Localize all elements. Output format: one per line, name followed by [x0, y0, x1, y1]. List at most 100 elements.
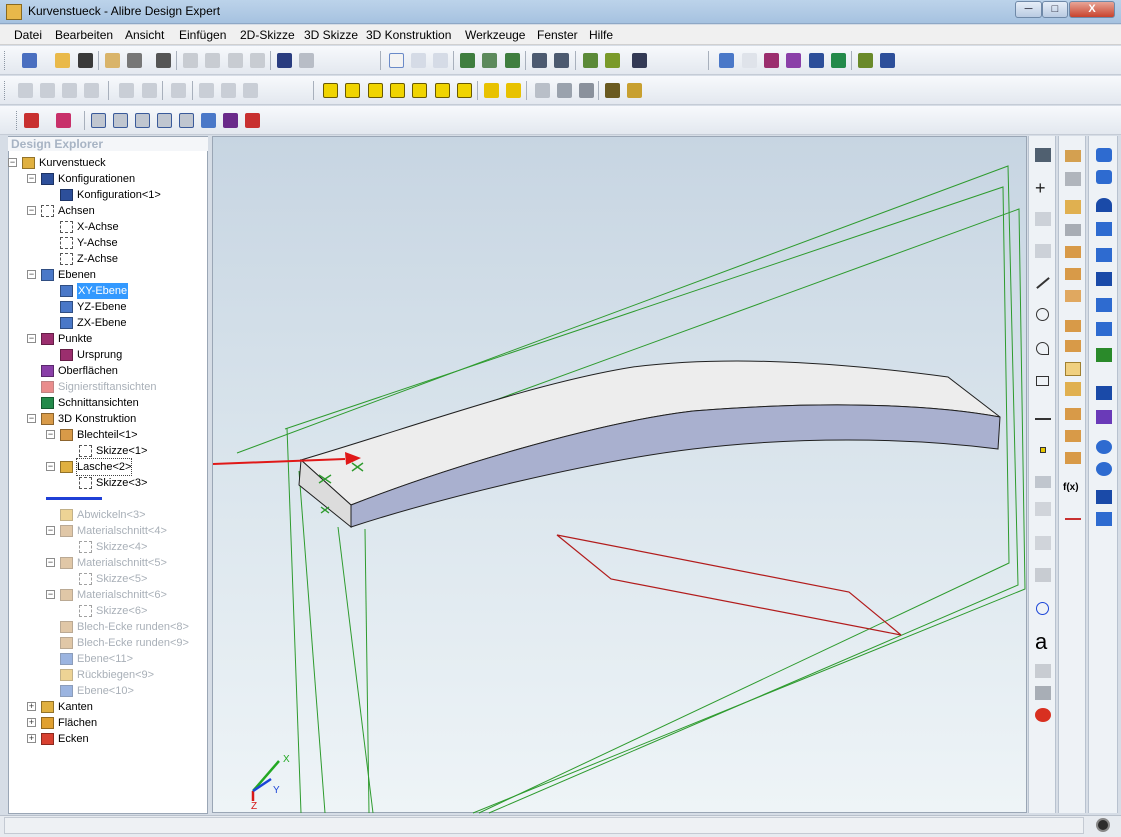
dim-feature-2-icon[interactable]	[40, 83, 55, 98]
tree-item[interactable]: Blech-Ecke runden<8>	[8, 619, 206, 635]
tree-item[interactable]: Konfiguration<1>	[8, 187, 206, 203]
tree-item[interactable]: Skizze<5>	[8, 571, 206, 587]
select-icon[interactable]	[389, 53, 404, 68]
shell-icon[interactable]	[1065, 290, 1081, 302]
render-icon[interactable]	[632, 53, 647, 68]
collapse-toggle[interactable]: −	[46, 590, 55, 599]
sm-gusset-icon[interactable]	[1096, 490, 1112, 504]
section-view-icon[interactable]	[831, 53, 846, 68]
view-bottom-icon[interactable]	[435, 83, 450, 98]
shaded-icon[interactable]	[557, 83, 572, 98]
pan-icon[interactable]	[411, 53, 426, 68]
point-tool-icon[interactable]	[1040, 447, 1046, 453]
dim-feature-9-icon[interactable]	[221, 83, 236, 98]
tree-item[interactable]: − Ebenen	[8, 267, 206, 283]
dim-feature-10-icon[interactable]	[243, 83, 258, 98]
disabled-tool-icon[interactable]	[1035, 212, 1051, 226]
text-tool-disabled-icon[interactable]	[1035, 476, 1051, 488]
collapse-toggle[interactable]: −	[27, 174, 36, 183]
tree-item[interactable]: YZ-Ebene	[8, 299, 206, 315]
dim-feature-8-icon[interactable]	[199, 83, 214, 98]
scale-icon[interactable]	[1065, 430, 1081, 442]
menu-werkzeuge[interactable]: Werkzeuge	[465, 28, 525, 42]
previous-view-icon[interactable]	[532, 53, 547, 68]
chamfer-icon[interactable]	[1065, 340, 1081, 352]
tree-item[interactable]: Z-Achse	[8, 251, 206, 267]
design-table-icon[interactable]	[809, 53, 824, 68]
collapse-toggle[interactable]: −	[46, 462, 55, 471]
tree-item[interactable]: Schnittansichten	[8, 395, 206, 411]
expand-toggle[interactable]: +	[27, 702, 36, 711]
next-view-icon[interactable]	[554, 53, 569, 68]
view-right-icon[interactable]	[390, 83, 405, 98]
rectangle-tool-icon[interactable]	[1036, 376, 1049, 386]
menu-ansicht[interactable]: Ansicht	[125, 28, 164, 42]
sm-refold-icon[interactable]	[1096, 322, 1112, 336]
tree-item[interactable]: Ursprung	[8, 347, 206, 363]
sheet-point-icon[interactable]	[223, 113, 238, 128]
insert-axis-icon[interactable]	[742, 53, 757, 68]
app-icon[interactable]	[6, 4, 22, 20]
sm-base-icon[interactable]	[1096, 148, 1112, 162]
insert-surface-icon[interactable]	[786, 53, 801, 68]
extrude-icon[interactable]	[1065, 150, 1081, 162]
sheet-plane-icon[interactable]	[201, 113, 216, 128]
dim-feature-3-icon[interactable]	[62, 83, 77, 98]
tree-item[interactable]: − Materialschnitt<6>	[8, 587, 206, 603]
collapse-toggle[interactable]: −	[27, 334, 36, 343]
fillet-icon[interactable]	[1065, 320, 1081, 332]
base-sheet-icon[interactable]	[24, 113, 39, 128]
tree-item[interactable]: − Kurvenstueck	[8, 155, 206, 171]
sm-unfold-icon[interactable]	[1096, 298, 1112, 312]
maximize-button[interactable]: □	[1042, 1, 1068, 18]
draft-icon[interactable]	[1065, 362, 1081, 376]
dim-feature-4-icon[interactable]	[84, 83, 99, 98]
tree-item[interactable]: + Flächen	[8, 715, 206, 731]
menu-3d-skizze[interactable]: 3D Skizze	[304, 28, 358, 42]
tree-item[interactable]: Rückbiegen<9>	[8, 667, 206, 683]
arc-tool-icon[interactable]	[1036, 342, 1049, 355]
refold-tool-icon[interactable]	[113, 113, 128, 128]
equation-icon[interactable]	[858, 53, 873, 68]
view-back-icon[interactable]	[345, 83, 360, 98]
line-tool-icon[interactable]	[1036, 277, 1050, 289]
menu-bearbeiten[interactable]: Bearbeiten	[55, 28, 113, 42]
view-front-icon[interactable]	[323, 83, 338, 98]
zoom-window-icon[interactable]	[482, 53, 497, 68]
project-tool-icon[interactable]	[1035, 686, 1051, 700]
unfold-tool-icon[interactable]	[91, 113, 106, 128]
spline-tool-icon[interactable]	[1035, 410, 1051, 420]
collapse-toggle[interactable]: −	[46, 526, 55, 535]
crosshair-icon[interactable]: +	[1035, 179, 1051, 197]
tree-item[interactable]: Skizze<1>	[8, 443, 206, 459]
sm-corner-icon[interactable]	[1096, 272, 1112, 286]
view-top-icon[interactable]	[412, 83, 427, 98]
sm-jog-icon[interactable]	[1096, 248, 1112, 262]
sm-form-icon[interactable]	[1096, 410, 1112, 424]
sketch-error-icon[interactable]	[1035, 708, 1051, 722]
status-indicator-icon[interactable]	[1096, 818, 1110, 832]
sm-relief-icon[interactable]	[1096, 348, 1112, 362]
tree-item[interactable]: Y-Achse	[8, 235, 206, 251]
constraint-icon[interactable]	[1065, 508, 1081, 520]
disabled-tool-2-icon[interactable]	[1035, 244, 1051, 258]
sm-hem-icon[interactable]	[1096, 198, 1112, 212]
tree-item[interactable]: − Materialschnitt<5>	[8, 555, 206, 571]
view-left-icon[interactable]	[368, 83, 383, 98]
trim-tool-icon[interactable]	[1035, 502, 1051, 516]
insert-plane-icon[interactable]	[719, 53, 734, 68]
menu-fenster[interactable]: Fenster	[537, 28, 578, 42]
dim-feature-6-icon[interactable]	[142, 83, 157, 98]
mass-properties-icon[interactable]	[880, 53, 895, 68]
collapse-toggle[interactable]: −	[46, 558, 55, 567]
rollback-bar-icon[interactable]	[46, 497, 102, 500]
fillet-tool-icon[interactable]	[1035, 536, 1051, 550]
tree-item[interactable]: − Konfigurationen	[8, 171, 206, 187]
menu-2d-skizze[interactable]: 2D-Skizze	[240, 28, 295, 42]
collapse-toggle[interactable]: −	[46, 430, 55, 439]
cut-revolve-icon[interactable]	[1065, 268, 1081, 280]
analyze-icon[interactable]	[605, 53, 620, 68]
hole-icon[interactable]	[1065, 382, 1081, 396]
redo-icon[interactable]	[299, 53, 314, 68]
sm-bend-icon[interactable]	[1096, 222, 1112, 236]
